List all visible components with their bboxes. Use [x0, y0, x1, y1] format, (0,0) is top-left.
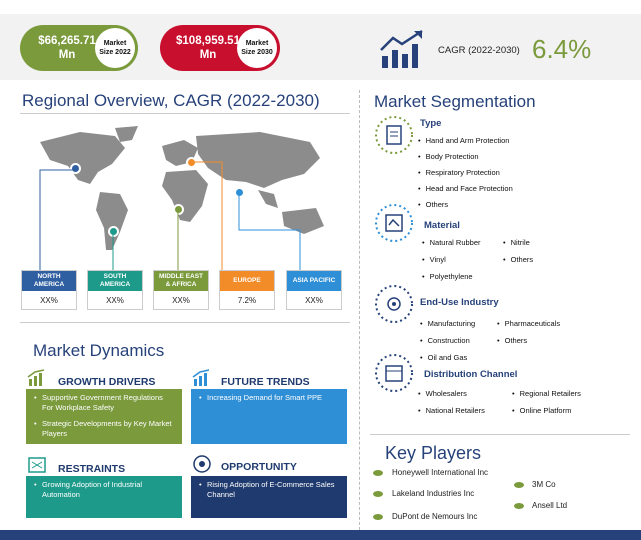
market-dynamics-title: Market Dynamics	[33, 341, 165, 360]
vertical-divider	[359, 90, 360, 535]
end-use-title: End-Use Industry	[420, 297, 499, 308]
end-use-item: Oil and Gas	[420, 353, 468, 362]
type-item: Head and Face Protection	[418, 184, 513, 193]
future-trends-box: Increasing Demand for Smart PPE	[191, 389, 347, 444]
region-name-line2: & AFRICA	[165, 281, 197, 288]
region-name: MIDDLE EAST	[158, 273, 204, 280]
region-value: XX%	[305, 296, 323, 305]
region-value: XX%	[106, 296, 124, 305]
growth-drivers-title: GROWTH DRIVERS	[58, 376, 156, 388]
distribution-icon	[375, 354, 413, 392]
material-item: Natural Rubber	[422, 238, 481, 247]
type-item: Body Protection	[418, 152, 479, 161]
region-box-europe: EUROPE 7.2%	[219, 270, 275, 310]
growth-drivers-icon	[27, 369, 45, 386]
type-item: Others	[418, 200, 449, 209]
dynamics-top-divider	[20, 322, 350, 323]
distribution-title: Distribution Channel	[424, 369, 518, 380]
opportunity-icon	[193, 455, 211, 473]
material-item: Polyethylene	[422, 272, 473, 281]
distribution-item: Online Platform	[512, 406, 572, 415]
region-box-mea: MIDDLE EAST & AFRICA XX%	[153, 270, 209, 310]
material-icon	[375, 204, 413, 242]
type-icon	[375, 116, 413, 154]
region-box-asia-pacific: ASIA PACIFIC XX%	[286, 270, 342, 310]
region-name: NORTH	[37, 273, 61, 280]
bullet-dot	[373, 491, 383, 497]
key-players-title: Key Players	[385, 443, 482, 463]
material-item: Vinyl	[422, 255, 446, 264]
region-value: XX%	[40, 296, 58, 305]
opportunity-box: Rising Adoption of E-Commerce Sales Chan…	[191, 476, 347, 518]
region-name: ASIA PACIFIC	[292, 277, 336, 284]
region-header: NORTH AMERICA	[22, 271, 76, 291]
footer-band	[0, 530, 641, 540]
restraints-icon	[28, 457, 46, 473]
bullet-dot	[373, 470, 383, 476]
opportunity-item: Rising Adoption of E-Commerce Sales Chan…	[199, 480, 339, 500]
growth-drivers-box: Supportive Government Regulations For Wo…	[26, 389, 182, 444]
material-title: Material	[424, 220, 460, 231]
segmentation-title: Market Segmentation	[374, 92, 536, 111]
distribution-item: National Retailers	[418, 406, 485, 415]
segmentation-divider	[370, 434, 630, 435]
end-use-item: Manufacturing	[420, 319, 476, 328]
key-player: Honeywell International Inc	[392, 468, 489, 477]
restraints-box: Growing Adoption of Industrial Automatio…	[26, 476, 182, 518]
region-name-line2: AMERICA	[99, 281, 131, 288]
end-use-item: Others	[497, 336, 528, 345]
region-name-line2: AMERICA	[33, 281, 65, 288]
region-name: EUROPE	[233, 277, 261, 284]
future-trends-title: FUTURE TRENDS	[221, 376, 310, 388]
bullet-dot	[373, 514, 383, 520]
key-player: 3M Co	[532, 480, 556, 489]
region-box-south-america: SOUTH AMERICA XX%	[87, 270, 143, 310]
region-header: ASIA PACIFIC	[287, 271, 341, 291]
material-item: Nitrile	[503, 238, 530, 247]
end-use-icon	[375, 285, 413, 323]
type-title: Type	[420, 118, 442, 129]
type-item: Respiratory Protection	[418, 168, 500, 177]
bullet-dot	[514, 482, 524, 488]
key-player: Ansell Ltd	[532, 501, 568, 510]
region-value: 7.2%	[237, 296, 257, 305]
region-header: MIDDLE EAST & AFRICA	[154, 271, 208, 291]
region-value: XX%	[172, 296, 190, 305]
bullet-dot	[514, 503, 524, 509]
growth-driver-item: Supportive Government Regulations For Wo…	[34, 393, 174, 413]
opportunity-title: OPPORTUNITY	[221, 461, 297, 473]
type-item: Hand and Arm Protection	[418, 136, 510, 145]
growth-driver-item: Strategic Developments by Key Market Pla…	[34, 419, 174, 439]
region-box-north-america: NORTH AMERICA XX%	[21, 270, 77, 310]
future-trend-item: Increasing Demand for Smart PPE	[199, 393, 339, 403]
end-use-item: Pharmaceuticals	[497, 319, 560, 328]
region-name: SOUTH	[103, 273, 127, 280]
material-item: Others	[503, 255, 534, 264]
end-use-item: Construction	[420, 336, 470, 345]
key-player: Lakeland Industries Inc	[392, 489, 475, 498]
distribution-item: Wholesalers	[418, 389, 467, 398]
distribution-item: Regional Retailers	[512, 389, 581, 398]
region-header: EUROPE	[220, 271, 274, 291]
restraints-title: RESTRAINTS	[58, 463, 126, 475]
future-trends-icon	[192, 369, 210, 386]
region-header: SOUTH AMERICA	[88, 271, 142, 291]
key-player: DuPont de Nemours Inc	[392, 512, 478, 521]
restraint-item: Growing Adoption of Industrial Automatio…	[34, 480, 174, 500]
